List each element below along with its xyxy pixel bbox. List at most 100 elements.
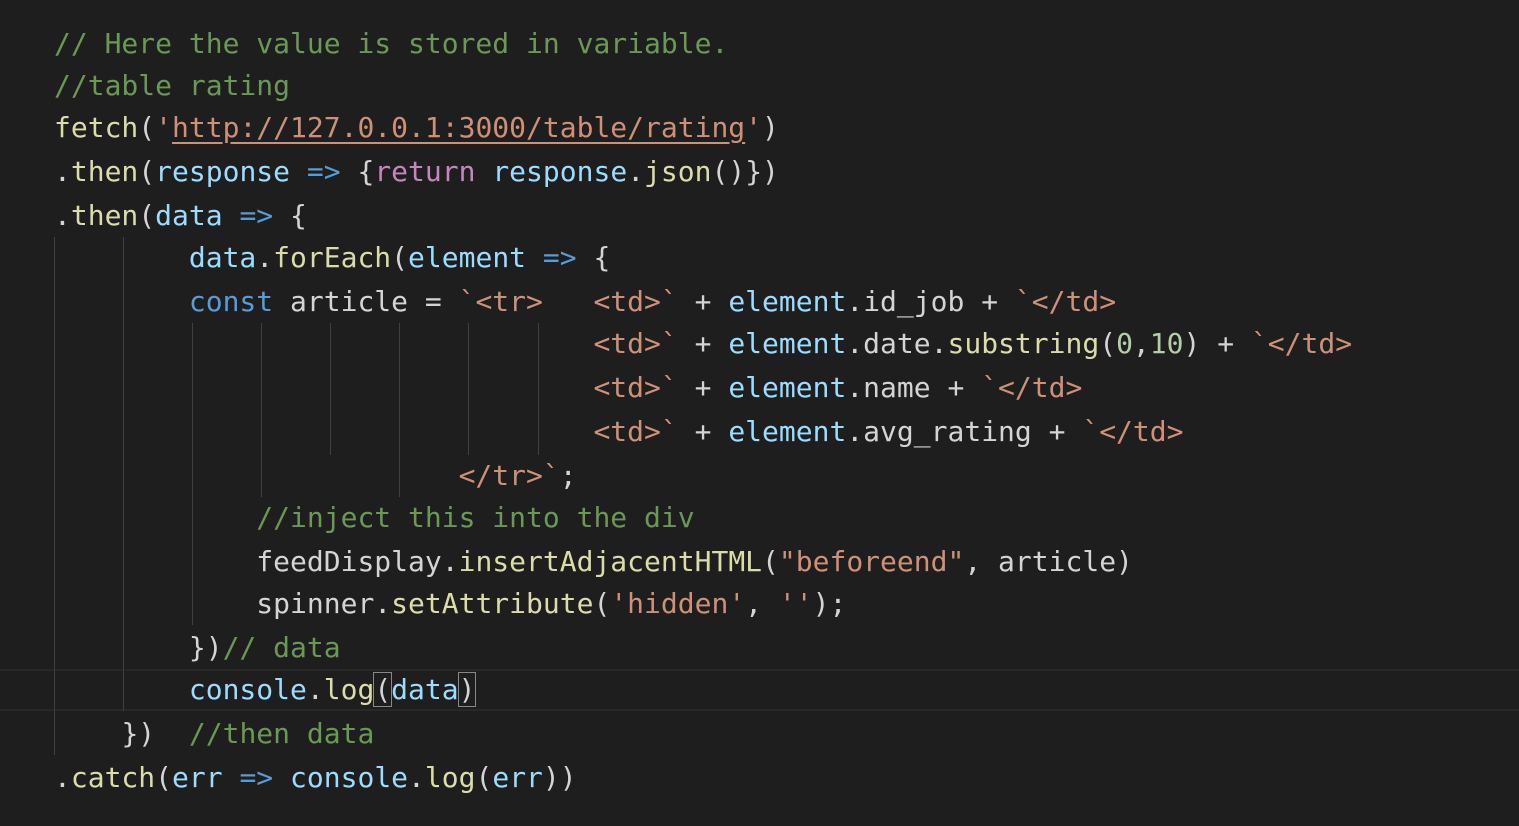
code-token: // Here the value is stored in variable.: [54, 27, 729, 60]
code-line[interactable]: const article = `<tr> <td>` + element.id…: [54, 281, 1116, 323]
code-line[interactable]: .catch(err => console.log(err)): [54, 757, 577, 799]
code-token: // data: [222, 631, 341, 664]
code-line[interactable]: <td>` + element.name + `</td>: [54, 367, 1082, 409]
code-line[interactable]: })// data: [54, 627, 341, 669]
code-token: }): [188, 631, 223, 664]
code-token: //inject this into the div: [256, 501, 695, 534]
code-token: element: [728, 371, 847, 404]
code-token: {: [340, 155, 375, 188]
code-token: (: [593, 587, 611, 620]
matched-bracket: ): [457, 672, 477, 707]
code-token: ': [155, 111, 173, 144]
code-token: =>: [306, 155, 341, 188]
code-token: `</td>: [981, 371, 1083, 404]
code-token: ()}): [711, 155, 779, 188]
code-token: ): [762, 111, 779, 144]
code-token: //then data: [188, 717, 375, 750]
code-token: log: [424, 761, 476, 794]
code-token: article =: [273, 285, 459, 318]
code-token: then: [70, 199, 139, 232]
code-token: //table rating: [54, 69, 291, 102]
code-token: +: [677, 415, 729, 448]
code-token: +: [677, 285, 729, 318]
matched-bracket: (: [373, 672, 393, 707]
code-token: (: [762, 545, 779, 578]
code-line[interactable]: data.forEach(element => {: [54, 237, 610, 279]
code-token: fetch: [54, 111, 139, 144]
code-token: catch: [70, 761, 156, 794]
code-token: `</td>: [1250, 327, 1353, 360]
code-token: {: [273, 199, 307, 232]
code-token: (: [138, 155, 156, 188]
code-token: );: [812, 587, 847, 620]
code-token: .: [627, 155, 645, 188]
code-line[interactable]: console.log(data): [54, 669, 477, 711]
code-token: spinner.: [256, 587, 392, 620]
code-token: return: [374, 155, 476, 188]
code-token: http://127.0.0.1:3000/table/rating: [172, 111, 746, 144]
code-token: (: [1099, 327, 1117, 360]
code-token: response: [492, 155, 628, 188]
code-line[interactable]: .then(data => {: [54, 195, 307, 237]
code-token: +: [677, 371, 729, 404]
code-line[interactable]: spinner.setAttribute('hidden', '');: [54, 583, 846, 625]
code-token: <td>`: [593, 327, 678, 360]
code-token: 'hidden': [610, 587, 746, 620]
code-token: {: [576, 241, 611, 274]
code-editor[interactable]: // Here the value is stored in variable.…: [0, 0, 1519, 826]
code-token: err: [172, 761, 223, 794]
code-token: json: [644, 155, 712, 188]
code-line[interactable]: .then(response => {return response.json(…: [54, 151, 779, 193]
code-token: ': [745, 111, 763, 144]
code-token: substring: [947, 327, 1100, 360]
code-token: feedDisplay.: [256, 545, 459, 578]
code-line[interactable]: // Here the value is stored in variable.: [54, 23, 728, 65]
code-line[interactable]: //table rating: [54, 65, 290, 107]
code-line[interactable]: <td>` + element.date.substring(0,10) + `…: [54, 323, 1352, 365]
code-line[interactable]: <td>` + element.avg_rating + `</td>: [54, 411, 1183, 453]
code-line[interactable]: }) //then data: [54, 713, 374, 755]
code-token: response: [155, 155, 291, 188]
code-token: (: [138, 199, 156, 232]
code-line[interactable]: </tr>`;: [54, 455, 577, 497]
code-token: ) +: [1183, 327, 1251, 360]
code-token: .: [256, 241, 274, 274]
code-token: )): [542, 761, 577, 794]
code-token: (: [138, 111, 156, 144]
code-token: }): [121, 717, 189, 750]
code-token: console: [188, 673, 307, 706]
code-token: .: [54, 155, 71, 188]
code-token: +: [677, 327, 729, 360]
code-token: .id_job +: [846, 285, 1015, 318]
code-token: data: [188, 241, 257, 274]
code-token: ,: [1132, 327, 1150, 360]
code-token: .date.: [846, 327, 948, 360]
code-token: ,: [745, 587, 779, 620]
code-token: data: [155, 199, 223, 232]
code-token: setAttribute: [391, 587, 594, 620]
code-token: `</td>: [1014, 285, 1117, 318]
code-token: `<tr> <td>`: [458, 285, 678, 318]
code-line[interactable]: fetch('http://127.0.0.1:3000/table/ratin…: [54, 107, 779, 149]
code-token: .: [306, 673, 324, 706]
code-line[interactable]: //inject this into the div: [54, 497, 695, 539]
code-token: log: [323, 673, 375, 706]
code-token: element: [728, 285, 847, 318]
code-line[interactable]: feedDisplay.insertAdjacentHTML("beforeen…: [54, 541, 1133, 583]
code-token: data: [391, 673, 459, 706]
code-token: const: [188, 285, 274, 318]
code-token: insertAdjacentHTML: [458, 545, 763, 578]
